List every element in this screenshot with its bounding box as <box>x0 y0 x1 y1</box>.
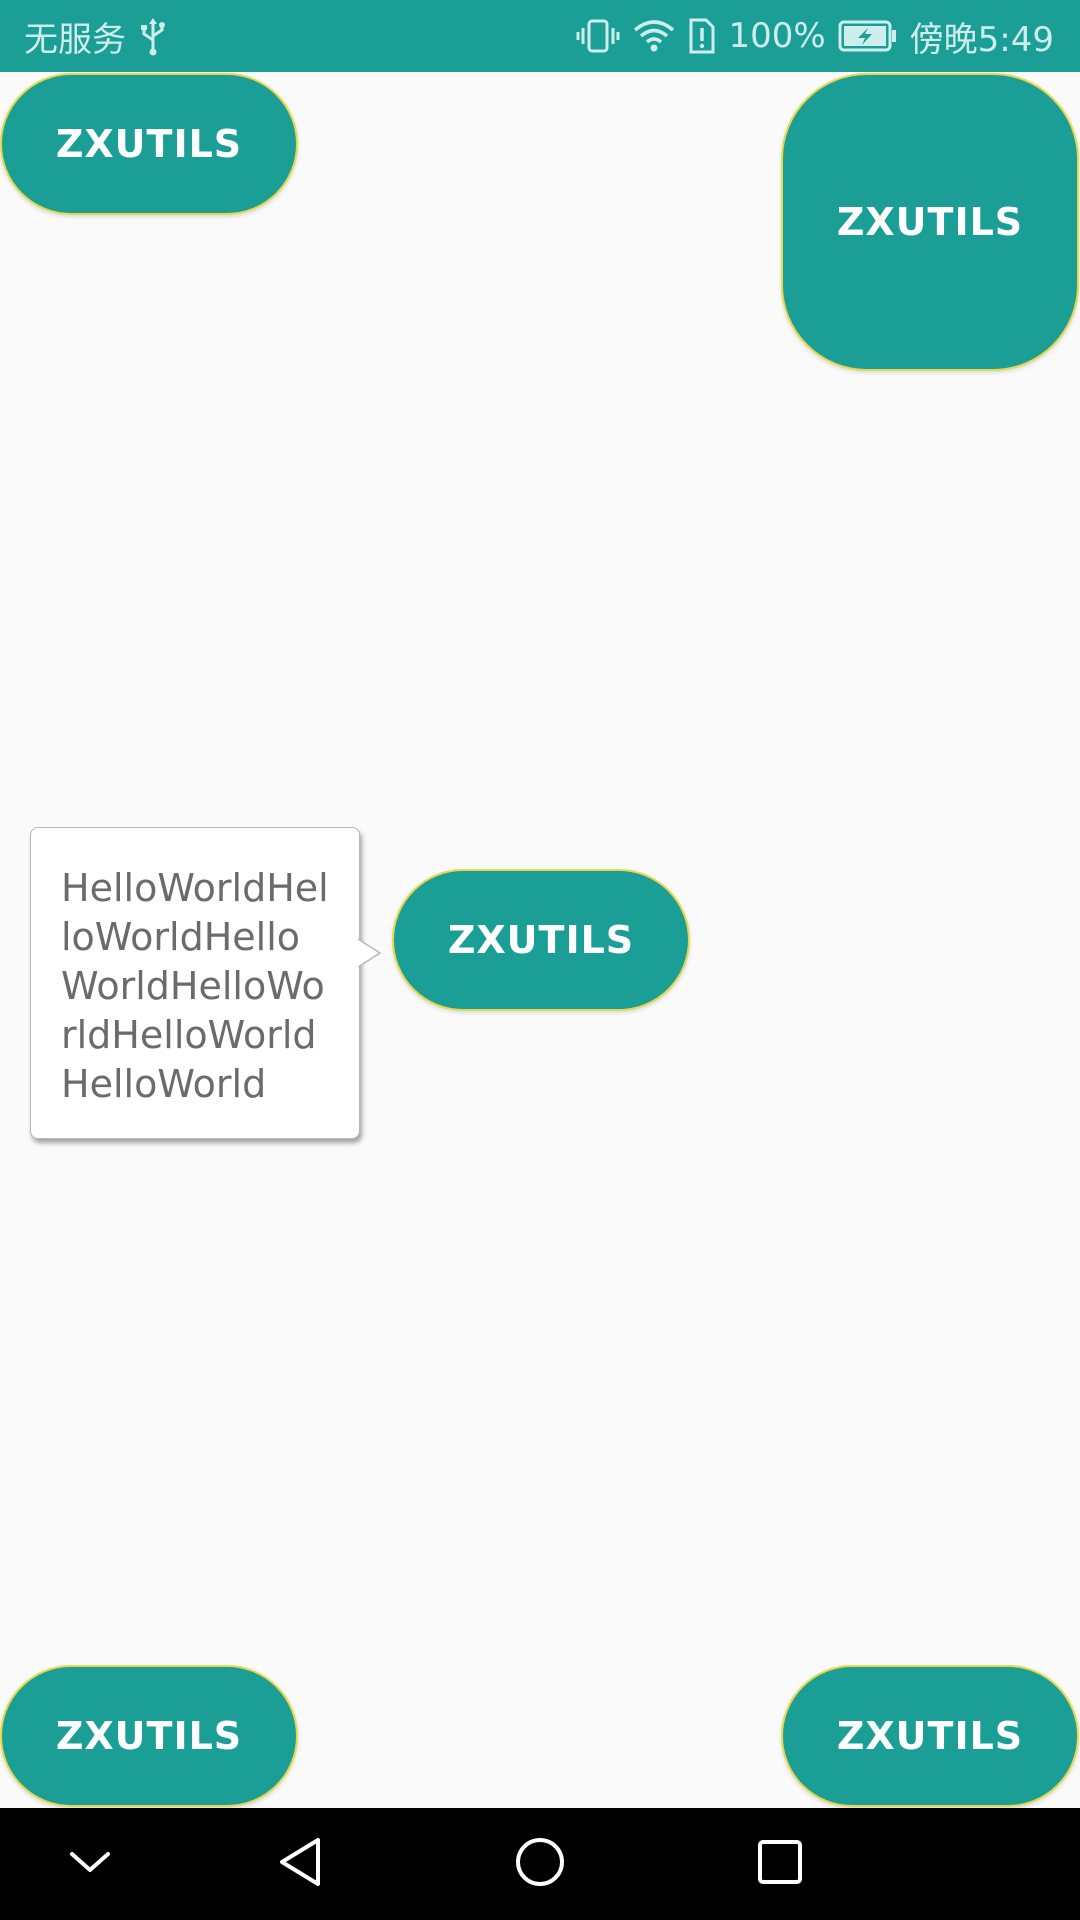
collapse-button[interactable] <box>30 1808 150 1920</box>
sim-alert-icon <box>688 17 716 55</box>
zxutils-button-center[interactable]: ZXUTILS <box>392 869 690 1011</box>
clock: 傍晚5:49 <box>909 19 1054 60</box>
battery-charging-icon <box>838 19 898 53</box>
recents-icon <box>756 1838 804 1890</box>
status-right: 100% 傍晚5:49 <box>576 0 1054 72</box>
zxutils-button-top-right[interactable]: ZXUTILS <box>781 73 1079 371</box>
wifi-icon <box>632 18 676 54</box>
screen: 无服务 100% 傍晚5:49 ZXUTILS ZXUTILS HelloWor… <box>0 0 1080 1920</box>
tooltip-text: HelloWorldHelloWorldHelloWorldHelloWorld… <box>61 866 329 1106</box>
back-button[interactable] <box>240 1808 360 1920</box>
tooltip-bubble: HelloWorldHelloWorldHelloWorldHelloWorld… <box>30 827 382 1139</box>
vibrate-icon <box>576 18 620 54</box>
tooltip-arrow <box>358 938 382 968</box>
collapse-icon <box>68 1848 112 1880</box>
zxutils-button-top-left[interactable]: ZXUTILS <box>0 73 298 215</box>
battery-percent: 100% <box>728 16 826 56</box>
home-icon <box>514 1836 566 1892</box>
carrier-text: 无服务 <box>24 19 126 60</box>
content-area: ZXUTILS ZXUTILS HelloWorldHelloWorldHell… <box>0 72 1080 1808</box>
back-icon <box>276 1836 324 1892</box>
zxutils-button-bottom-left[interactable]: ZXUTILS <box>0 1665 298 1807</box>
usb-icon <box>140 16 166 56</box>
status-bar: 无服务 100% 傍晚5:49 <box>0 0 1080 72</box>
navigation-bar <box>0 1808 1080 1920</box>
zxutils-button-bottom-right[interactable]: ZXUTILS <box>781 1665 1079 1807</box>
status-left: 无服务 <box>24 0 166 72</box>
home-button[interactable] <box>480 1808 600 1920</box>
recents-button[interactable] <box>720 1808 840 1920</box>
